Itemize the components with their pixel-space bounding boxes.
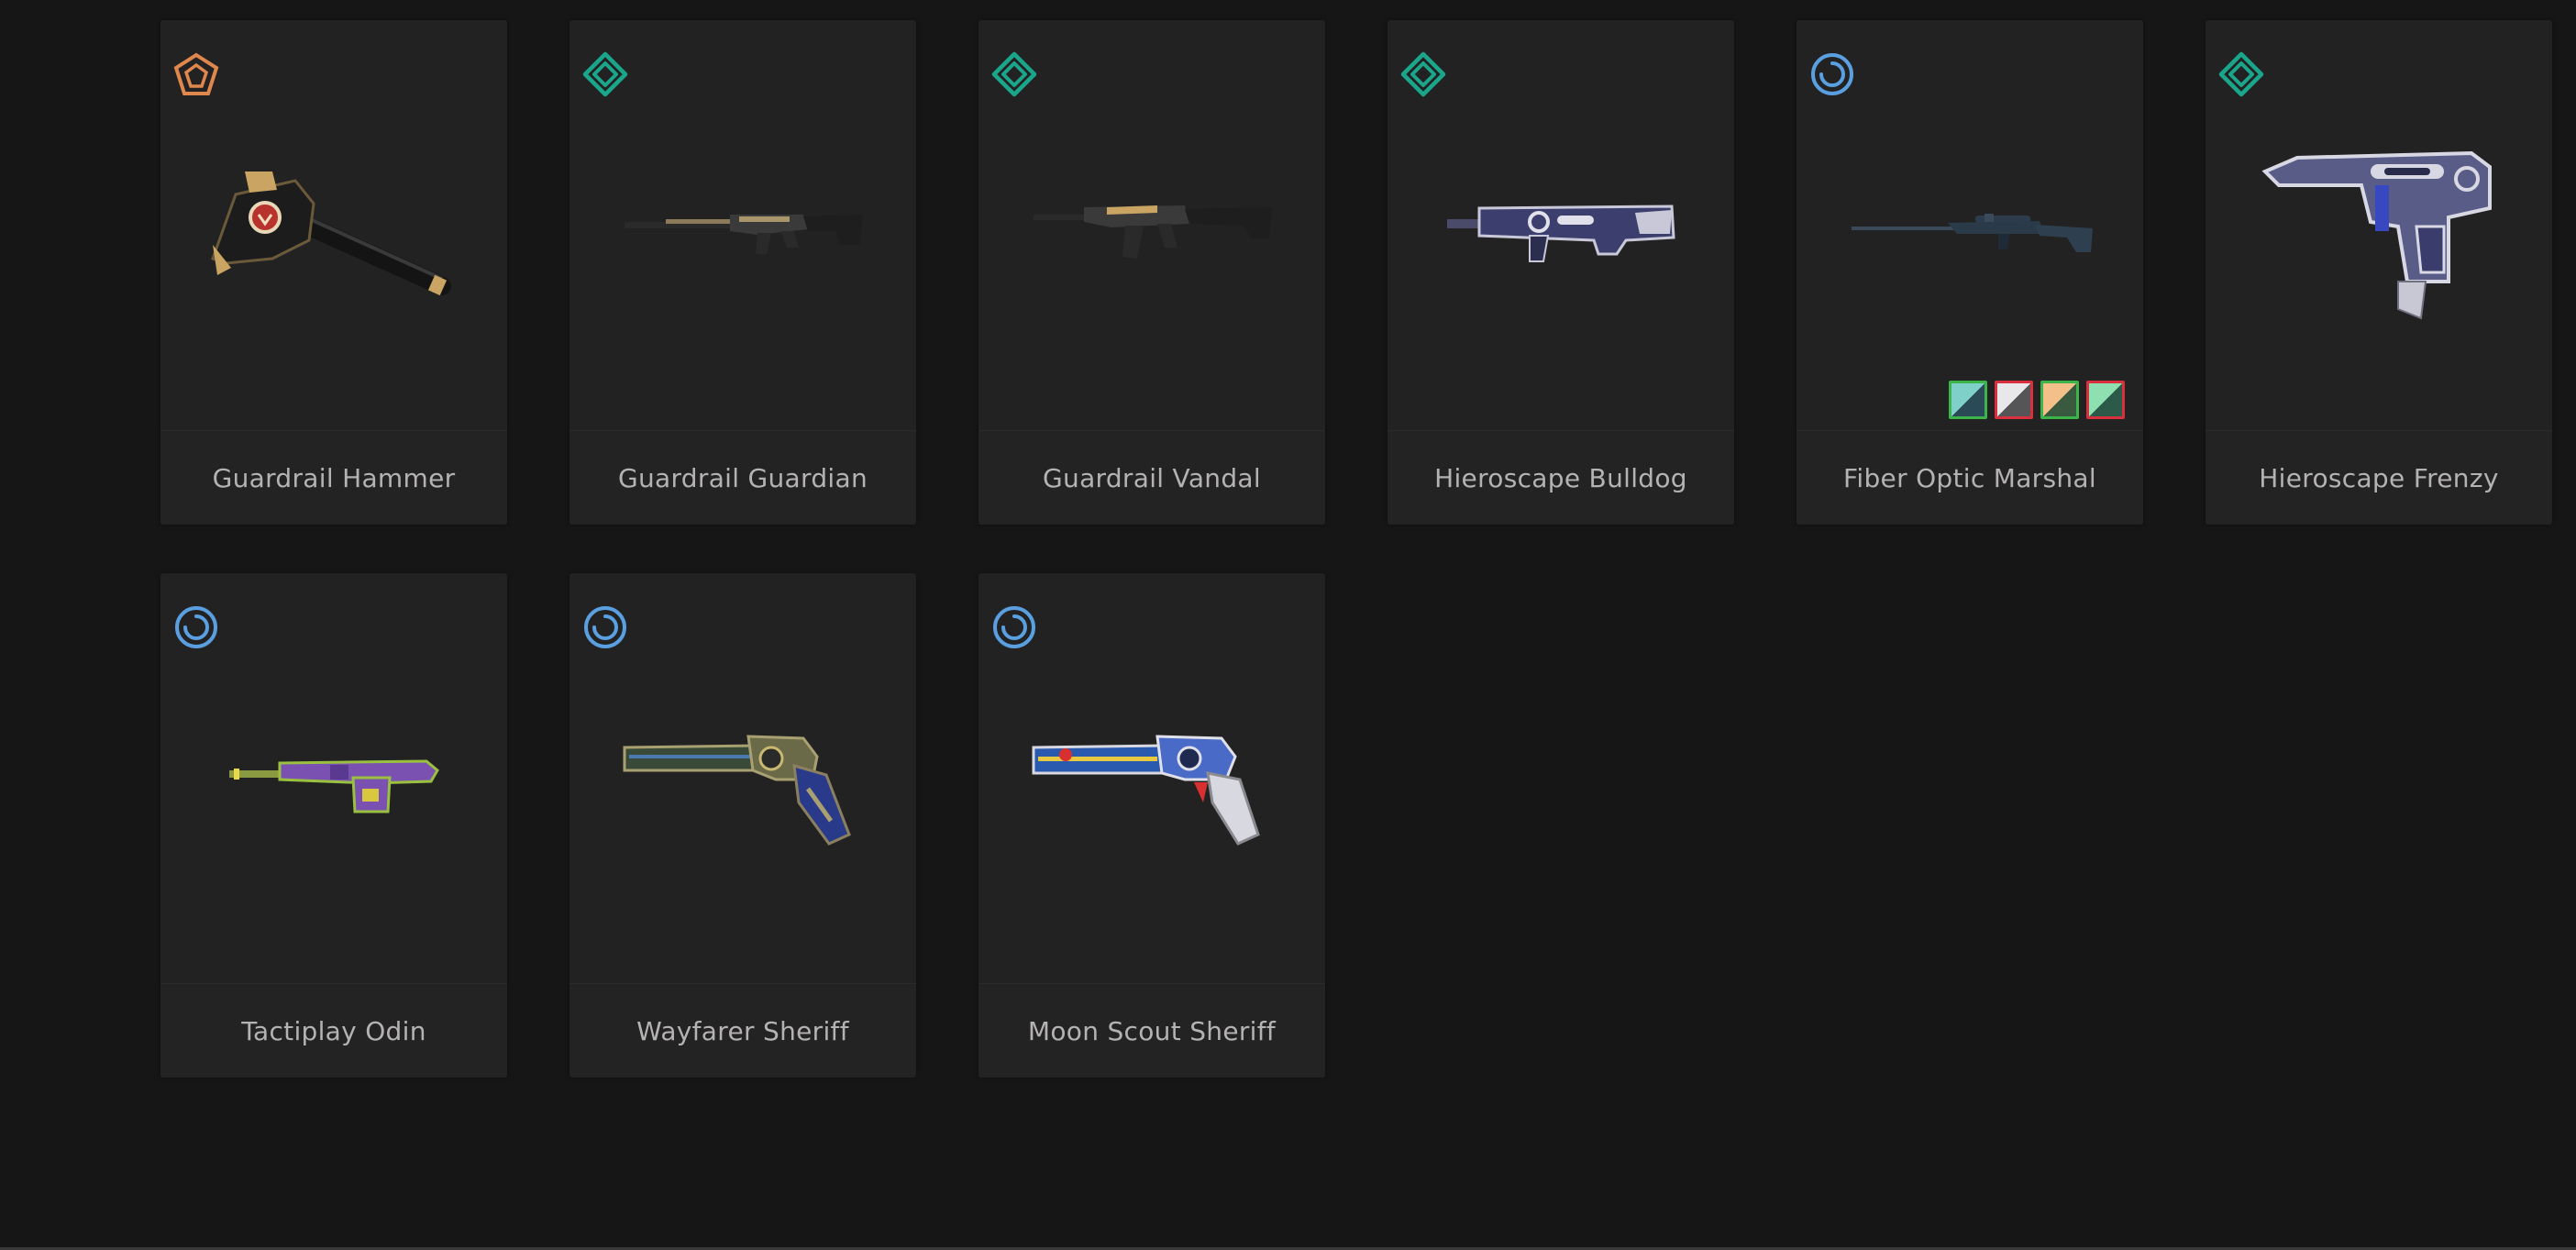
frenzy-pistol-icon — [2261, 150, 2492, 320]
skin-name-label: Guardrail Guardian — [617, 462, 868, 493]
skin-card-footer: Hieroscape Frenzy — [2206, 430, 2552, 525]
chroma-swatch[interactable] — [1949, 381, 1987, 419]
bulldog-rifle-icon — [1447, 205, 1675, 262]
chroma-swatch[interactable] — [2040, 381, 2079, 419]
select-tier-icon — [1400, 51, 1446, 97]
select-tier-icon — [582, 51, 628, 97]
skin-art — [2206, 20, 2552, 430]
skin-art — [978, 20, 1325, 430]
skin-card-footer: Fiber Optic Marshal — [1797, 430, 2143, 525]
premium-tier-icon — [173, 52, 219, 95]
deluxe-tier-icon — [993, 606, 1035, 648]
skin-card-footer: Guardrail Vandal — [978, 430, 1325, 525]
skin-card-footer: Moon Scout Sheriff — [978, 983, 1325, 1078]
deluxe-tier-icon — [175, 606, 217, 648]
skin-card-hieroscape-bulldog[interactable]: Hieroscape Bulldog — [1388, 20, 1734, 525]
skin-name-label: Tactiplay Odin — [241, 1015, 426, 1046]
skin-name-label: Hieroscape Frenzy — [2259, 462, 2499, 493]
hammer-melee-icon — [211, 171, 451, 296]
skin-card-tactiplay-odin[interactable]: Tactiplay Odin — [160, 573, 507, 1078]
select-tier-icon — [2218, 51, 2264, 97]
select-tier-icon — [991, 51, 1037, 97]
skin-art — [1797, 20, 2143, 430]
deluxe-tier-icon — [1811, 53, 1853, 95]
skin-card-footer: Guardrail Hammer — [160, 430, 507, 525]
skin-art — [569, 573, 916, 983]
skin-art — [569, 20, 916, 430]
skin-name-label: Fiber Optic Marshal — [1843, 462, 2096, 493]
sheriff-revolver-icon — [623, 735, 851, 846]
skin-card-footer: Hieroscape Bulldog — [1388, 430, 1734, 525]
skin-card-guardrail-hammer[interactable]: Guardrail Hammer — [160, 20, 507, 525]
skin-card-fiber-optic-marshal[interactable]: Fiber Optic Marshal — [1797, 20, 2143, 525]
skin-art — [160, 573, 507, 983]
chroma-swatch[interactable] — [2086, 381, 2125, 419]
skin-name-label: Wayfarer Sheriff — [636, 1015, 849, 1046]
skin-card-hieroscape-frenzy[interactable]: Hieroscape Frenzy — [2206, 20, 2552, 525]
sheriff-revolver-icon — [1032, 735, 1260, 846]
skin-name-label: Guardrail Vandal — [1043, 462, 1261, 493]
skin-card-wayfarer-sheriff[interactable]: Wayfarer Sheriff — [569, 573, 916, 1078]
skin-card-footer: Guardrail Guardian — [569, 430, 916, 525]
chroma-swatch[interactable] — [1995, 381, 2033, 419]
skin-card-guardrail-vandal[interactable]: Guardrail Vandal — [978, 20, 1325, 525]
skin-card-footer: Tactiplay Odin — [160, 983, 507, 1078]
skin-collection-grid: Guardrail Hammer Guardrail Guardian Guar… — [0, 0, 2576, 1250]
odin-heavy-icon — [229, 759, 439, 813]
skin-art — [1388, 20, 1734, 430]
skin-name-label: Guardrail Hammer — [212, 462, 456, 493]
skin-card-guardrail-guardian[interactable]: Guardrail Guardian — [569, 20, 916, 525]
skin-art — [978, 573, 1325, 983]
marshal-sniper-icon — [1852, 214, 2093, 252]
guardian-rifle-icon — [625, 215, 863, 254]
skin-card-footer: Wayfarer Sheriff — [569, 983, 916, 1078]
skin-card-moon-scout-sheriff[interactable]: Moon Scout Sheriff — [978, 573, 1325, 1078]
skin-name-label: Hieroscape Bulldog — [1434, 462, 1687, 493]
chroma-swatch-list — [1949, 381, 2125, 419]
deluxe-tier-icon — [584, 606, 626, 648]
skin-art — [160, 20, 507, 430]
vandal-rifle-icon — [1034, 205, 1272, 259]
skin-name-label: Moon Scout Sheriff — [1027, 1015, 1277, 1046]
